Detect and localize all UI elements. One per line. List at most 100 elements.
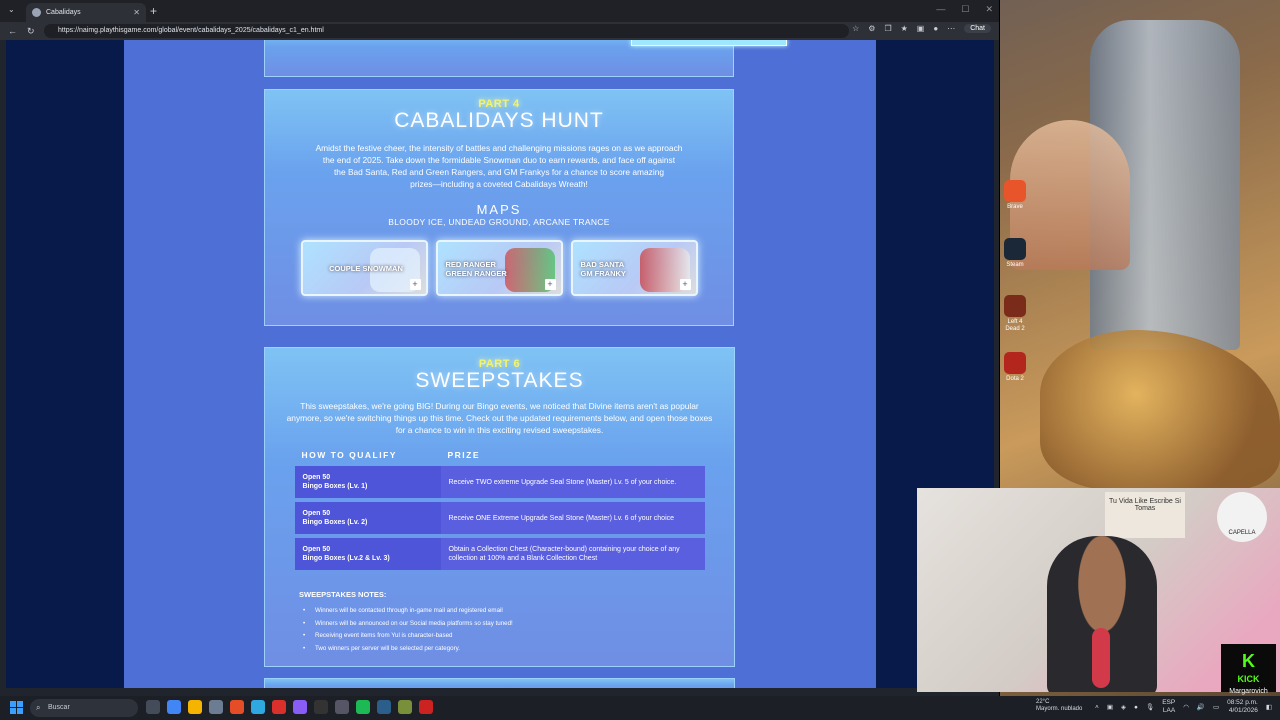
expand-plus-icon[interactable]: + xyxy=(409,279,421,290)
wifi-icon[interactable]: ◠ xyxy=(1183,703,1189,711)
volume-icon[interactable]: 🔊 xyxy=(1197,703,1205,711)
tab-cabalidays[interactable]: Cabalidays ✕ xyxy=(26,3,146,22)
expand-plus-icon[interactable]: + xyxy=(679,279,691,290)
split-screen-icon[interactable]: ❐ xyxy=(884,24,891,33)
favicon-icon xyxy=(32,8,41,17)
tray-app-icon[interactable]: ▣ xyxy=(1107,703,1113,711)
event-page-content: PART 4 CABALIDAYS HUNT Amidst the festiv… xyxy=(124,40,876,688)
map-card-rangers[interactable]: RED RANGER GREEN RANGER + xyxy=(435,240,563,296)
sweepstakes-notes: SWEEPSTAKES NOTES: Winners will be conta… xyxy=(299,590,734,655)
list-item: Receiving event items from Yul is charac… xyxy=(299,630,734,643)
tray-app3-icon[interactable]: ● xyxy=(1134,704,1138,711)
profile-avatar-icon[interactable]: ● xyxy=(933,24,938,33)
wallpaper-rock xyxy=(1040,330,1280,490)
part4-card: PART 4 CABALIDAYS HUNT Amidst the festiv… xyxy=(264,89,734,326)
desktop-icon-brave[interactable]: Brave xyxy=(1002,180,1028,211)
tab-close-icon[interactable]: ✕ xyxy=(133,8,140,17)
url-field[interactable]: https://naimg.playthisgame.com/global/ev… xyxy=(44,24,849,38)
map-cards: COUPLE SNOWMAN + RED RANGER GREEN RANGER … xyxy=(265,240,733,296)
browser-app-icon[interactable] xyxy=(230,700,244,714)
sweepstakes-table: HOW TO QUALIFY PRIZE Open 50 Bingo Boxes … xyxy=(294,446,705,574)
app-purple-icon[interactable] xyxy=(293,700,307,714)
tray-chevron-icon[interactable]: ˄ xyxy=(1095,704,1099,711)
desktop-icon-dota2[interactable]: Dota 2 xyxy=(1002,352,1028,383)
chrome-icon[interactable] xyxy=(167,700,181,714)
edge-icon[interactable] xyxy=(251,700,265,714)
store-icon[interactable] xyxy=(209,700,223,714)
part4-title: CABALIDAYS HUNT xyxy=(394,109,604,132)
collections-icon[interactable]: ▣ xyxy=(917,24,925,33)
table-row: Open 50 Bingo Boxes (Lv. 2) Receive ONE E… xyxy=(294,502,705,534)
tab-bar: ⌄ Cabalidays ✕ + — ☐ ✕ xyxy=(0,0,999,22)
close-window-icon[interactable]: ✕ xyxy=(985,4,993,15)
next-section-card xyxy=(264,678,735,688)
tab-title: Cabalidays xyxy=(46,9,81,16)
toolbar-actions: ☆ ⚙ ❐ ★ ▣ ● ⋯ Chat xyxy=(852,24,991,33)
notes-title: SWEEPSTAKES NOTES: xyxy=(299,590,387,599)
steam-icon xyxy=(1004,238,1026,260)
task-view-icon[interactable] xyxy=(146,700,160,714)
language-indicator[interactable]: ESP LAA xyxy=(1162,699,1175,715)
app-k-icon[interactable] xyxy=(314,700,328,714)
kick-logo-icon: K xyxy=(1242,651,1255,671)
desktop-icon-steam[interactable]: Steam xyxy=(1002,238,1028,269)
map-card-couple-snowman[interactable]: COUPLE SNOWMAN + xyxy=(300,240,428,296)
taskbar-search[interactable]: ⌕ Buscar xyxy=(30,699,138,717)
app-red-icon[interactable] xyxy=(272,700,286,714)
browser-window: ⌄ Cabalidays ✕ + — ☐ ✕ ← ↻ https://naimg… xyxy=(0,0,1000,696)
app-red2-icon[interactable] xyxy=(419,700,433,714)
clock[interactable]: 08:52 p.m. 4/01/2026 xyxy=(1227,699,1258,715)
kick-username: Margarovich xyxy=(1229,688,1268,695)
favorites-icon[interactable]: ★ xyxy=(901,24,908,33)
taskbar-apps xyxy=(146,700,433,714)
weather-widget[interactable]: 22°C Mayorm. nublado xyxy=(1036,699,1082,713)
dota-icon xyxy=(1004,352,1026,374)
new-tab-plus-icon[interactable]: + xyxy=(150,4,157,18)
table-row: Open 50 Bingo Boxes (Lv. 1) Receive TWO e… xyxy=(294,466,705,498)
steam-taskbar-icon[interactable] xyxy=(377,700,391,714)
battery-icon[interactable]: ▭ xyxy=(1213,703,1219,711)
window-controls: — ☐ ✕ xyxy=(936,4,993,15)
microphone xyxy=(1092,628,1110,688)
app-olive-icon[interactable] xyxy=(398,700,412,714)
maps-title: MAPS xyxy=(476,202,522,217)
maximize-icon[interactable]: ☐ xyxy=(961,4,969,15)
tab-menu-chevron-icon[interactable]: ⌄ xyxy=(8,5,15,14)
taskbar: ⌕ Buscar 22°C Mayorm. nublado ˄ ▣ ◈ ● 🎙 … xyxy=(0,696,1280,720)
wall-sign: Tu Vida Like Escribe Si Tomas xyxy=(1105,492,1185,538)
app-green-icon[interactable] xyxy=(356,700,370,714)
minimize-icon[interactable]: — xyxy=(936,4,945,15)
list-item: Winners will be announced on our Social … xyxy=(299,618,734,631)
windows-start-icon[interactable] xyxy=(10,701,23,714)
capella-logo: CAPELLA xyxy=(1217,492,1267,542)
previous-section-card xyxy=(264,40,787,77)
expand-plus-icon[interactable]: + xyxy=(544,279,556,290)
reload-icon[interactable]: ↻ xyxy=(27,26,35,37)
previous-section-button[interactable] xyxy=(631,40,787,46)
tray-app2-icon[interactable]: ◈ xyxy=(1121,703,1126,711)
map-card-bad-santa[interactable]: BAD SANTA GM FRANKY + xyxy=(570,240,698,296)
tray-mic-icon[interactable]: 🎙 xyxy=(1146,703,1154,711)
address-toolbar: ← ↻ https://naimg.playthisgame.com/globa… xyxy=(0,22,999,40)
part6-card: PART 6 SWEEPSTAKES This sweepstakes, we'… xyxy=(264,347,735,667)
back-arrow-icon[interactable]: ← xyxy=(8,26,17,36)
more-menu-icon[interactable]: ⋯ xyxy=(947,24,955,33)
search-icon: ⌕ xyxy=(36,703,41,712)
left4dead-icon xyxy=(1004,295,1026,317)
favorite-star-icon[interactable]: ☆ xyxy=(852,24,859,33)
page-viewport[interactable]: PART 4 CABALIDAYS HUNT Amidst the festiv… xyxy=(6,40,994,688)
maps-list: BLOODY ICE, UNDEAD GROUND, ARCANE TRANCE xyxy=(388,217,610,227)
system-tray: ˄ ▣ ◈ ● 🎙 ESP LAA ◠ 🔊 ▭ 08:52 p.m. 4/01/… xyxy=(1095,699,1272,715)
desktop-icon-left4dead2[interactable]: Left 4 Dead 2 xyxy=(1002,295,1028,333)
table-header: HOW TO QUALIFY PRIZE xyxy=(301,450,481,460)
extensions-icon[interactable]: ⚙ xyxy=(868,24,875,33)
list-item: Winners will be contacted through in-gam… xyxy=(299,605,734,618)
file-explorer-icon[interactable] xyxy=(188,700,202,714)
part6-description: This sweepstakes, we're going BIG! Durin… xyxy=(286,401,713,435)
obs-icon[interactable] xyxy=(335,700,349,714)
part6-title: SWEEPSTAKES xyxy=(415,369,584,392)
table-row: Open 50 Bingo Boxes (Lv.2 & Lv. 3) Obtain… xyxy=(294,538,705,570)
brave-icon xyxy=(1004,180,1026,202)
notifications-icon[interactable]: ◧ xyxy=(1266,703,1272,711)
copilot-chat-button[interactable]: Chat xyxy=(964,24,991,33)
